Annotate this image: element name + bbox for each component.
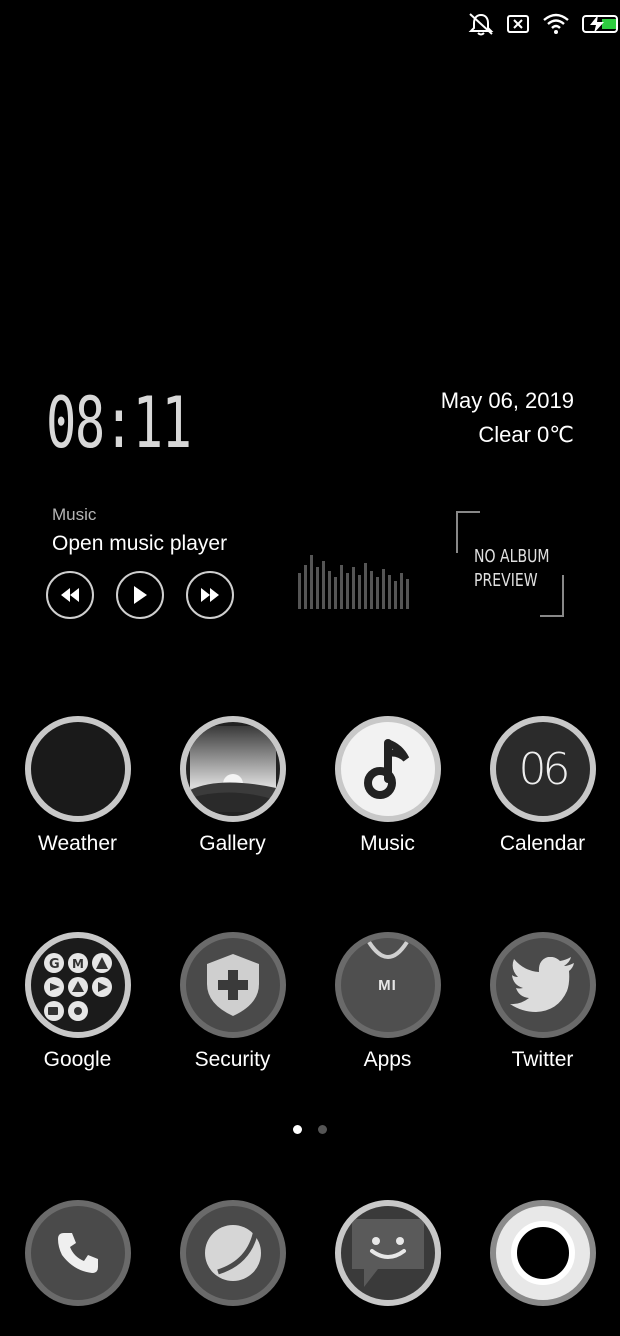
music-widget[interactable]: Music Open music player	[52, 505, 572, 625]
app-security[interactable]: Security	[155, 932, 310, 1072]
app-calendar[interactable]: 06 Calendar	[465, 716, 620, 856]
shield-plus-icon	[180, 932, 286, 1038]
play-icon	[132, 586, 148, 604]
calendar-icon: 06	[490, 716, 596, 822]
fast-forward-icon	[200, 588, 220, 602]
battery-charging-icon	[582, 13, 620, 35]
gallery-icon	[180, 716, 286, 822]
browser-icon	[180, 1200, 286, 1306]
app-weather[interactable]: Weather	[0, 716, 155, 856]
app-label: Calendar	[500, 832, 585, 856]
app-twitter[interactable]: Twitter	[465, 932, 620, 1072]
app-label: Twitter	[512, 1048, 574, 1072]
dock-camera[interactable]	[465, 1200, 620, 1306]
previous-button[interactable]	[46, 571, 94, 619]
app-label: Gallery	[199, 832, 266, 856]
date-text: May 06, 2019	[441, 384, 574, 418]
status-bar	[468, 10, 620, 38]
app-label: Google	[44, 1048, 112, 1072]
app-gallery[interactable]: Gallery	[155, 716, 310, 856]
play-button[interactable]	[116, 571, 164, 619]
messaging-icon	[335, 1200, 441, 1306]
page-dot[interactable]	[318, 1125, 327, 1134]
page-dot-active[interactable]	[293, 1125, 302, 1134]
music-note-icon	[335, 716, 441, 822]
app-google-folder[interactable]: G M Google	[0, 932, 155, 1072]
app-label: Apps	[364, 1048, 412, 1072]
mi-badge: MI	[378, 977, 397, 994]
calendar-day: 06	[519, 744, 567, 795]
equalizer-visual	[298, 547, 414, 609]
music-caption: Music	[52, 505, 96, 525]
page-indicator[interactable]	[0, 1125, 620, 1134]
google-folder-icon: G M	[25, 932, 131, 1038]
clock-time[interactable]: 08:11	[46, 382, 191, 464]
open-music-player[interactable]: Open music player	[52, 532, 227, 556]
mi-shopping-bag-icon: MI	[335, 932, 441, 1038]
app-label: Security	[195, 1048, 271, 1072]
app-label: Music	[360, 832, 415, 856]
dock-phone[interactable]	[0, 1200, 155, 1306]
weather-icon	[25, 716, 131, 822]
camera-icon	[490, 1200, 596, 1306]
svg-text:G: G	[49, 957, 60, 972]
date-weather[interactable]: May 06, 2019 Clear 0℃	[441, 384, 574, 452]
app-row-2: G M Google Security	[0, 932, 620, 1072]
no-sim-icon	[506, 13, 530, 35]
rewind-icon	[60, 588, 80, 602]
dock	[0, 1200, 620, 1306]
svg-text:M: M	[72, 957, 84, 971]
weather-text: Clear 0℃	[441, 418, 574, 452]
dock-messaging[interactable]	[310, 1200, 465, 1306]
next-button[interactable]	[186, 571, 234, 619]
album-art-placeholder[interactable]: NO ALBUM PREVIEW	[456, 511, 564, 617]
dock-browser[interactable]	[155, 1200, 310, 1306]
app-row-1: Weather Gallery	[0, 716, 620, 856]
music-controls	[46, 571, 234, 619]
phone-icon	[25, 1200, 131, 1306]
app-apps[interactable]: MI Apps	[310, 932, 465, 1072]
wifi-icon	[542, 13, 570, 35]
no-album-preview-text: NO ALBUM PREVIEW	[474, 545, 568, 593]
app-label: Weather	[38, 832, 117, 856]
silent-bell-icon	[468, 12, 494, 36]
app-music[interactable]: Music	[310, 716, 465, 856]
twitter-bird-icon	[490, 932, 596, 1038]
